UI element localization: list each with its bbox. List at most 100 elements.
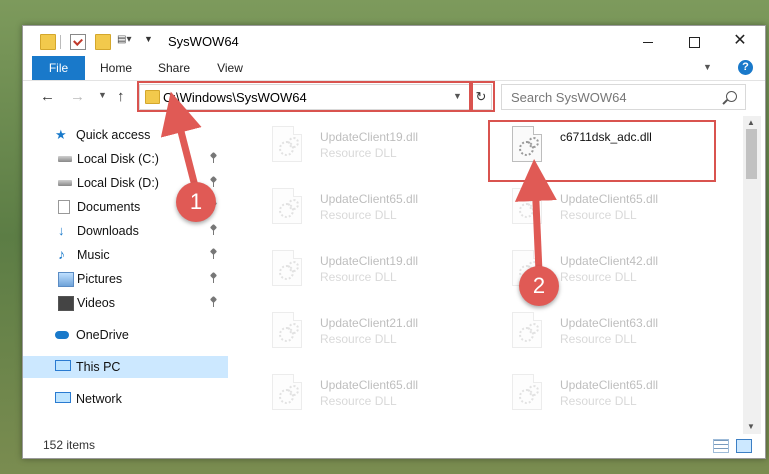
file-tile[interactable]: UpdateClient65.dll Resource DLL [250, 370, 480, 426]
address-highlight-box [137, 81, 473, 112]
file-tile[interactable]: UpdateClient21.dll Resource DLL [250, 308, 480, 364]
pin-icon [210, 225, 217, 235]
file-name: UpdateClient65.dll [560, 378, 659, 392]
tiles-view-icon[interactable] [736, 439, 752, 453]
file-name: UpdateClient63.dll [560, 316, 659, 330]
tab-home[interactable]: Home [93, 56, 139, 80]
pin-icon [210, 177, 217, 187]
gear-icon [288, 385, 299, 396]
properties-icon[interactable] [70, 34, 86, 50]
pin-icon [210, 297, 217, 307]
sidebar-item-local-disk-c[interactable]: Local Disk (C:) [23, 148, 228, 170]
tab-file[interactable]: File [32, 56, 85, 80]
file-name: UpdateClient42.dll [560, 254, 659, 268]
sidebar-item-label: Downloads [77, 224, 139, 238]
file-tile[interactable]: UpdateClient65.dll Resource DLL [250, 184, 480, 240]
gear-icon [288, 323, 299, 334]
dll-file-icon [272, 188, 302, 224]
pin-icon [210, 153, 217, 163]
ribbon-tabs: File Home Share View ▼ ? [23, 56, 765, 81]
search-icon[interactable] [726, 91, 737, 102]
gear-icon [288, 137, 299, 148]
videos-icon [58, 296, 74, 311]
pin-icon [210, 273, 217, 283]
file-name: UpdateClient21.dll [320, 316, 419, 330]
file-type: Resource DLL [560, 208, 637, 222]
file-type: Resource DLL [320, 208, 397, 222]
expand-ribbon-chevron-icon[interactable]: ▼ [703, 62, 712, 72]
dll-file-icon [272, 312, 302, 348]
search-placeholder: Search SysWOW64 [511, 90, 627, 105]
sidebar-item-label: This PC [76, 360, 121, 374]
customize-toolbar-chevron-icon[interactable]: ▼ [144, 34, 153, 44]
tab-view[interactable]: View [209, 56, 251, 80]
minimize-button[interactable] [625, 26, 671, 56]
quick-access-toolbar-icon[interactable]: ▤▾ [117, 34, 131, 48]
pictures-icon [58, 272, 74, 287]
sidebar-item-label: Local Disk (D:) [77, 176, 159, 190]
sidebar-item-onedrive[interactable]: OneDrive [23, 324, 228, 346]
sidebar-item-label: OneDrive [76, 328, 129, 342]
up-arrow-icon[interactable]: ↑ [117, 88, 125, 105]
sidebar-item-videos[interactable]: Videos [23, 292, 228, 314]
maximize-button[interactable] [671, 26, 717, 56]
gear-icon [528, 323, 539, 334]
drive-icon [58, 156, 72, 162]
file-highlight-box [488, 120, 716, 182]
tab-share[interactable]: Share [149, 56, 199, 80]
file-type: Resource DLL [320, 146, 397, 160]
file-name: UpdateClient65.dll [320, 378, 419, 392]
file-tile[interactable]: UpdateClient19.dll Resource DLL [250, 122, 480, 178]
window-title: SysWOW64 [168, 34, 239, 49]
file-name: UpdateClient19.dll [320, 254, 419, 268]
star-icon: ★ [55, 127, 67, 142]
back-arrow-icon[interactable]: ← [40, 88, 55, 105]
file-tile[interactable]: UpdateClient63.dll Resource DLL [490, 308, 720, 364]
sidebar-item-label: Documents [77, 200, 141, 214]
sidebar-item-music[interactable]: ♪ Music [23, 244, 228, 266]
step-1-badge: 1 [176, 182, 216, 222]
help-button[interactable]: ? [738, 60, 753, 75]
sidebar-item-network[interactable]: Network [23, 388, 228, 410]
network-icon [55, 392, 71, 403]
item-count: 152 items [43, 438, 96, 452]
sidebar-item-downloads[interactable]: ↓ Downloads [23, 220, 228, 242]
file-type: Resource DLL [320, 270, 397, 284]
dll-file-icon [512, 374, 542, 410]
sidebar-item-this-pc[interactable]: This PC [23, 356, 228, 378]
dll-file-icon [272, 126, 302, 162]
file-tile[interactable]: UpdateClient65.dll Resource DLL [490, 370, 720, 426]
file-type: Resource DLL [320, 332, 397, 346]
scroll-down-arrow-icon[interactable]: ▼ [747, 422, 755, 431]
title-bar: ▤▾ ▼ SysWOW64 ✕ [23, 26, 765, 56]
refresh-highlight-box [469, 81, 495, 112]
scrollbar-thumb[interactable] [746, 129, 757, 179]
gear-icon [288, 199, 299, 210]
file-type: Resource DLL [560, 394, 637, 408]
close-button[interactable]: ✕ [717, 26, 763, 56]
navigation-pane: ★ Quick access Local Disk (C:) Local Dis… [23, 116, 228, 434]
vertical-scrollbar[interactable]: ▲ ▼ [743, 116, 761, 434]
gear-icon [528, 199, 539, 210]
recent-locations-chevron-icon[interactable]: ▼ [98, 90, 107, 100]
file-name: UpdateClient65.dll [320, 192, 419, 206]
file-tile[interactable]: UpdateClient65.dll Resource DLL [490, 184, 720, 240]
minimize-icon [643, 41, 653, 43]
sidebar-item-pictures[interactable]: Pictures [23, 268, 228, 290]
file-tile[interactable]: UpdateClient19.dll Resource DLL [250, 246, 480, 302]
new-folder-icon[interactable] [95, 34, 111, 50]
details-view-icon[interactable] [713, 439, 729, 453]
dll-file-icon [512, 188, 542, 224]
gear-icon [528, 385, 539, 396]
step-2-badge: 2 [519, 266, 559, 306]
scroll-up-arrow-icon[interactable]: ▲ [747, 118, 755, 127]
computer-icon [55, 360, 71, 371]
file-type: Resource DLL [560, 332, 637, 346]
sidebar-item-label: Quick access [76, 128, 151, 142]
sidebar-item-quick-access[interactable]: ★ Quick access [23, 124, 228, 146]
pin-icon [210, 249, 217, 259]
forward-arrow-icon[interactable]: → [70, 88, 85, 105]
search-input[interactable]: Search SysWOW64 [501, 84, 746, 110]
sidebar-item-label: Videos [77, 296, 115, 310]
drive-icon [58, 180, 72, 186]
